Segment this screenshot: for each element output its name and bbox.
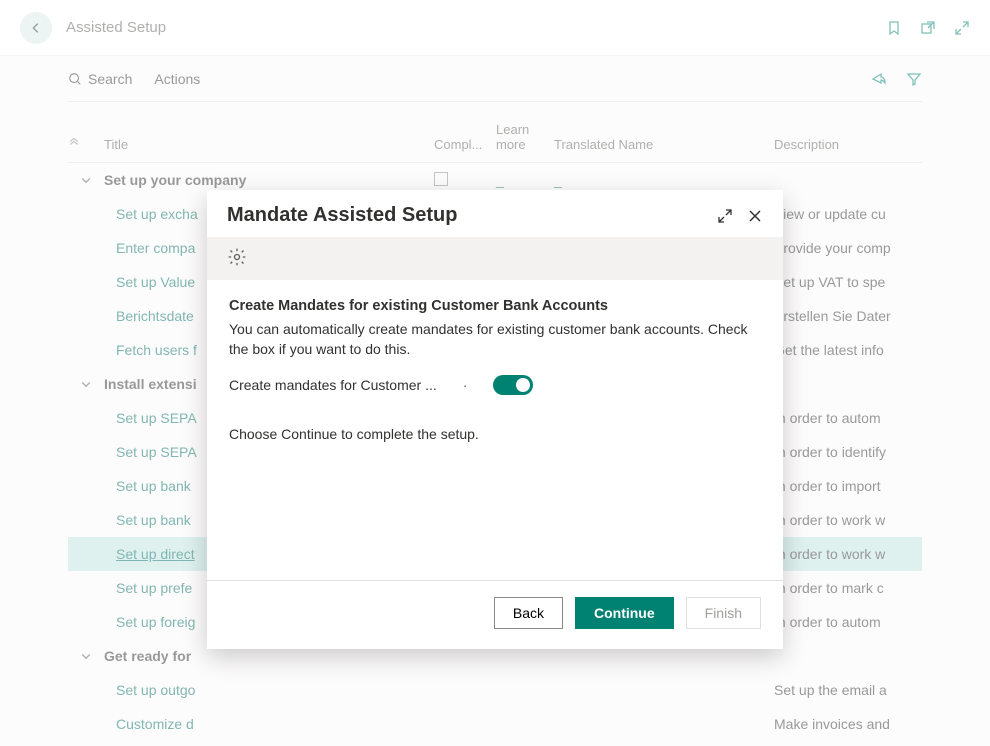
- modal: Mandate Assisted Setup Create Mandates f…: [207, 190, 783, 649]
- modal-gear-row: [207, 237, 783, 280]
- continue-hint: Choose Continue to complete the setup.: [229, 425, 761, 445]
- modal-header: Mandate Assisted Setup: [207, 190, 783, 237]
- back-button-modal[interactable]: Back: [494, 597, 563, 629]
- create-mandates-toggle[interactable]: [493, 375, 533, 395]
- finish-button: Finish: [686, 597, 761, 629]
- modal-title: Mandate Assisted Setup: [227, 204, 457, 227]
- modal-overlay: Mandate Assisted Setup Create Mandates f…: [0, 0, 990, 746]
- close-icon[interactable]: [747, 208, 763, 224]
- gear-icon: [227, 247, 247, 267]
- toggle-label: Create mandates for Customer ...: [229, 377, 437, 393]
- modal-footer: Back Continue Finish: [207, 580, 783, 649]
- continue-button[interactable]: Continue: [575, 597, 674, 629]
- modal-section-heading: Create Mandates for existing Customer Ba…: [229, 298, 761, 314]
- modal-body: Create Mandates for existing Customer Ba…: [207, 280, 783, 580]
- modal-section-text: You can automatically create mandates fo…: [229, 320, 761, 359]
- modal-expand-icon[interactable]: [717, 208, 733, 224]
